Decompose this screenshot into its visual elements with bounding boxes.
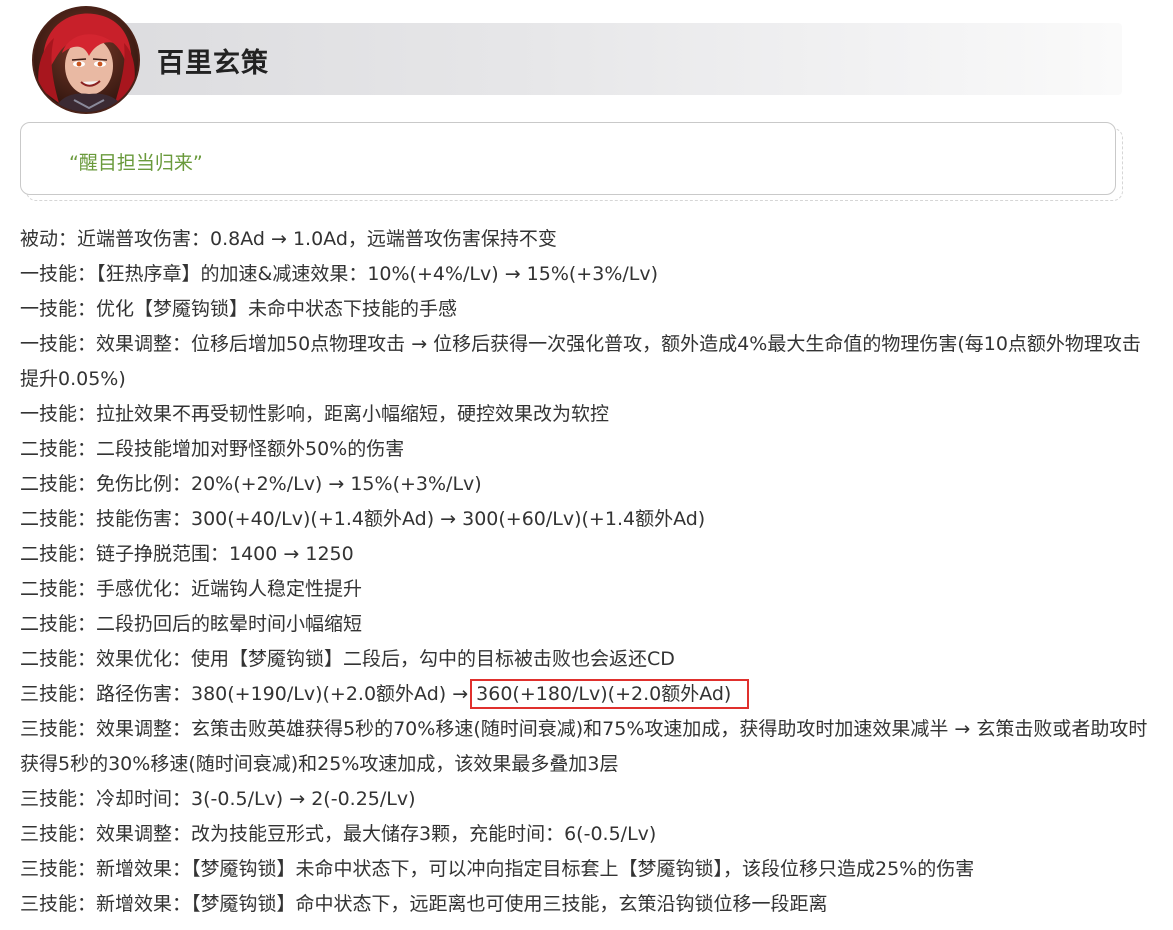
change-text: 三技能：新增效果：【梦魇钩锁】未命中状态下，可以冲向指定目标套上【梦魇钩锁】，该… (20, 858, 975, 880)
change-text: 被动：近端普攻伤害：0.8Ad → 1.0Ad，远端普攻伤害保持不变 (20, 228, 557, 250)
change-text: 三技能：效果调整：玄策击败英雄获得5秒的70%移速(随时间衰减)和75%攻速加成… (20, 718, 1148, 775)
change-text: 三技能：效果调整：改为技能豆形式，最大储存3颗，充能时间：6(-0.5/Lv) (20, 823, 657, 845)
change-text: 二技能：链子挣脱范围：1400 → 1250 (20, 543, 354, 565)
change-item: 三技能：路径伤害：380(+190/Lv)(+2.0额外Ad) → 360(+18… (20, 677, 1155, 712)
change-item: 一技能：【狂热序章】的加速&减速效果：10%(+4%/Lv) → 15%(+3%… (20, 257, 1155, 292)
change-text: 二技能：技能伤害：300(+40/Lv)(+1.4额外Ad) → 300(+60… (20, 508, 706, 530)
change-text: 二技能：效果优化：使用【梦魇钩锁】二段后，勾中的目标被击败也会返还CD (20, 648, 675, 670)
change-item: 二技能：免伤比例：20%(+2%/Lv) → 15%(+3%/Lv) (20, 467, 1155, 502)
change-text: 二技能：二段技能增加对野怪额外50%的伤害 (20, 438, 405, 460)
change-item: 一技能：优化【梦魇钩锁】未命中状态下技能的手感 (20, 292, 1155, 327)
change-item: 二技能：效果优化：使用【梦魇钩锁】二段后，勾中的目标被击败也会返还CD (20, 642, 1155, 677)
change-item: 二技能：二段技能增加对野怪额外50%的伤害 (20, 432, 1155, 467)
change-item: 二技能：链子挣脱范围：1400 → 1250 (20, 537, 1155, 572)
change-text: 二技能：二段扔回后的眩晕时间小幅缩短 (20, 613, 363, 635)
hero-name: 百里玄策 (157, 48, 269, 79)
change-text: 二技能：免伤比例：20%(+2%/Lv) → 15%(+3%/Lv) (20, 473, 482, 495)
change-item: 三技能：效果调整：玄策击败英雄获得5秒的70%移速(随时间衰减)和75%攻速加成… (20, 712, 1155, 782)
change-item: 一技能：效果调整：位移后增加50点物理攻击 → 位移后获得一次强化普攻，额外造成… (20, 327, 1155, 397)
change-text: 三技能：路径伤害：380(+190/Lv)(+2.0额外Ad) → (20, 683, 469, 705)
change-item: 被动：近端普攻伤害：0.8Ad → 1.0Ad，远端普攻伤害保持不变 (20, 222, 1155, 257)
change-list: 被动：近端普攻伤害：0.8Ad → 1.0Ad，远端普攻伤害保持不变 一技能：【… (20, 222, 1155, 922)
change-text: 一技能：效果调整：位移后增加50点物理攻击 → 位移后获得一次强化普攻，额外造成… (20, 333, 1141, 390)
change-item: 三技能：效果调整：改为技能豆形式，最大储存3颗，充能时间：6(-0.5/Lv) (20, 817, 1155, 852)
change-text: 三技能：冷却时间：3(-0.5/Lv) → 2(-0.25/Lv) (20, 788, 416, 810)
change-text: 一技能：【狂热序章】的加速&减速效果：10%(+4%/Lv) → 15%(+3%… (20, 263, 659, 285)
hero-portrait-image (34, 8, 138, 112)
change-text: 三技能：新增效果：【梦魇钩锁】命中状态下，远距离也可使用三技能，玄策沿钩锁位移一… (20, 893, 828, 915)
change-item: 三技能：冷却时间：3(-0.5/Lv) → 2(-0.25/Lv) (20, 782, 1155, 817)
hero-header: 百里玄策 (32, 6, 1132, 114)
change-item: 二技能：手感优化：近端钩人稳定性提升 (20, 572, 1155, 607)
change-item: 二技能：二段扔回后的眩晕时间小幅缩短 (20, 607, 1155, 642)
highlighted-change-value: 360(+180/Lv)(+2.0额外Ad) (470, 679, 750, 709)
quote-box: “醒目担当归来” (20, 122, 1116, 195)
change-item: 三技能：新增效果：【梦魇钩锁】未命中状态下，可以冲向指定目标套上【梦魇钩锁】，该… (20, 852, 1155, 887)
change-item: 二技能：技能伤害：300(+40/Lv)(+1.4额外Ad) → 300(+60… (20, 502, 1155, 537)
change-item: 三技能：新增效果：【梦魇钩锁】命中状态下，远距离也可使用三技能，玄策沿钩锁位移一… (20, 887, 1155, 922)
hero-quote: “醒目担当归来” (69, 152, 203, 174)
change-text: 一技能：优化【梦魇钩锁】未命中状态下技能的手感 (20, 298, 458, 320)
change-text: 一技能：拉扯效果不再受韧性影响，距离小幅缩短，硬控效果改为软控 (20, 403, 610, 425)
change-text: 二技能：手感优化：近端钩人稳定性提升 (20, 578, 363, 600)
change-item: 一技能：拉扯效果不再受韧性影响，距离小幅缩短，硬控效果改为软控 (20, 397, 1155, 432)
hero-avatar (32, 6, 140, 114)
